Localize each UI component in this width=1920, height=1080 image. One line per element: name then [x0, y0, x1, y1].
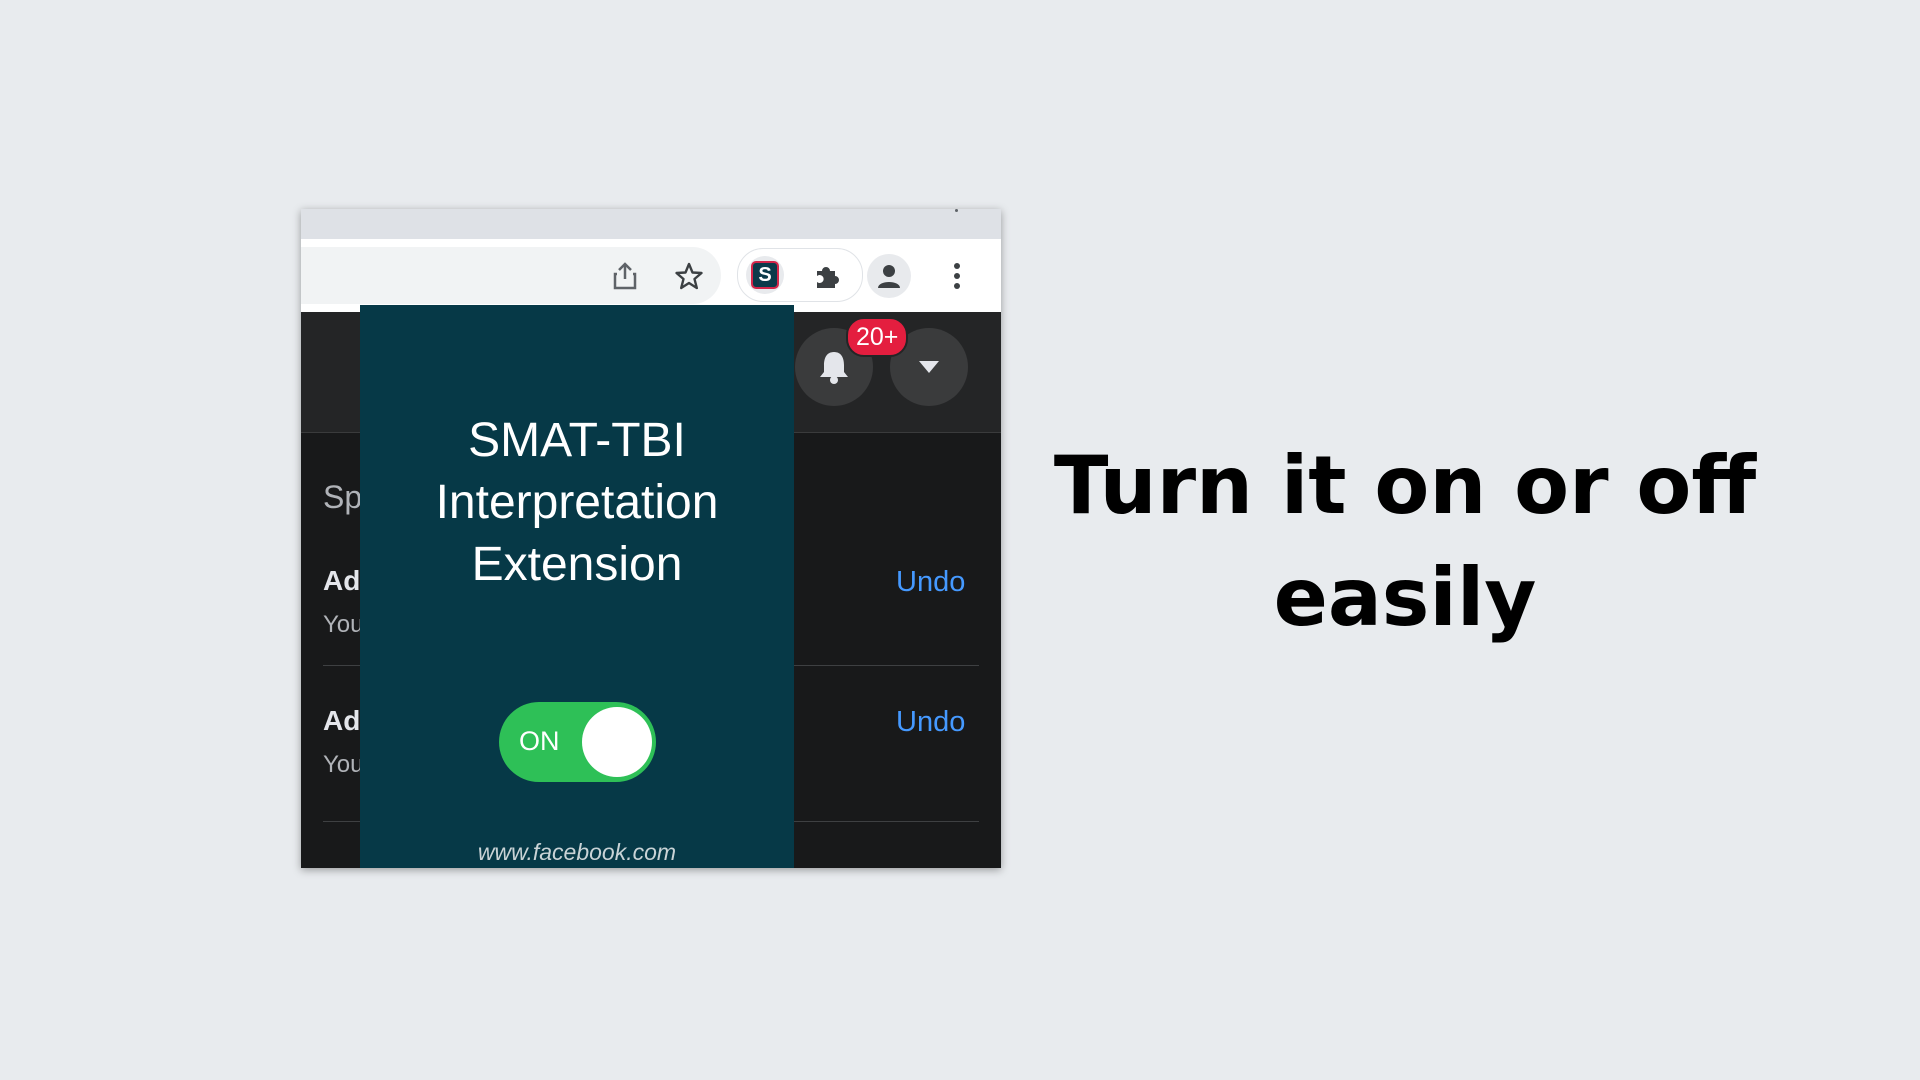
extension-popup: SMAT-TBI Interpretation Extension ON www… [360, 305, 794, 868]
extension-group: S [737, 248, 863, 302]
current-site: www.facebook.com [477, 839, 677, 865]
puzzle-icon[interactable] [808, 255, 848, 295]
list-item-title: Ad [323, 565, 361, 596]
popup-title-line: Extension [471, 538, 683, 591]
tabstrip-dot [955, 209, 958, 212]
list-item-subtitle: You [323, 751, 364, 778]
more-vert-icon[interactable] [937, 256, 977, 296]
undo-link[interactable]: Undo [896, 566, 965, 599]
headline: Turn it on or off easily [1020, 430, 1790, 654]
headline-line: easily [1273, 551, 1537, 644]
popup-title: SMAT-TBI Interpretation Extension [360, 410, 794, 596]
browser-screenshot: S 20+ Sp Ad You Undo Ad You Undo SMAT-TB… [301, 209, 1001, 868]
address-bar[interactable] [301, 247, 721, 304]
on-off-toggle[interactable]: ON [499, 702, 656, 782]
popup-title-line: SMAT-TBI [468, 414, 686, 467]
list-item-subtitle: You [323, 611, 364, 638]
tab-strip [301, 209, 1001, 239]
bell-icon [820, 352, 848, 384]
extension-s-icon[interactable]: S [746, 256, 784, 294]
share-icon[interactable] [605, 256, 645, 296]
extension-s-letter: S [751, 261, 779, 289]
list-item-title: Ad [323, 705, 361, 736]
toggle-label: ON [519, 726, 560, 756]
sidebar-heading: Sp [323, 479, 363, 515]
toggle-knob[interactable] [582, 707, 652, 777]
undo-link[interactable]: Undo [896, 706, 965, 739]
star-icon[interactable] [669, 256, 709, 296]
notification-badge: 20+ [846, 317, 909, 357]
popup-title-line: Interpretation [435, 476, 719, 529]
caret-down-icon [919, 361, 939, 373]
headline-line: Turn it on or off [1053, 439, 1757, 532]
browser-toolbar: S [301, 239, 1001, 312]
profile-icon[interactable] [867, 254, 911, 298]
